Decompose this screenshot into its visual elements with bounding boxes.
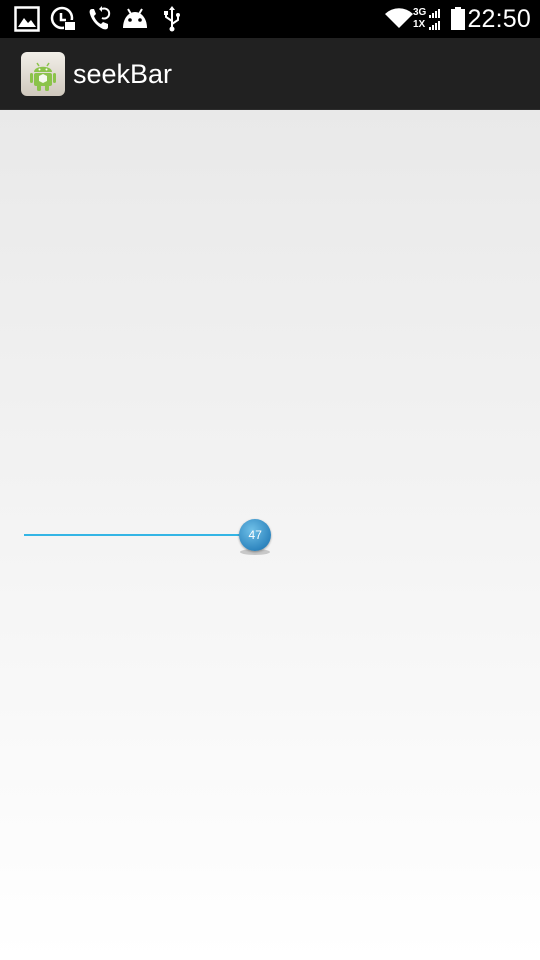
action-bar: seekBar xyxy=(0,38,540,110)
status-bar: 3G 1X 22:50 xyxy=(0,0,540,38)
image-icon xyxy=(14,6,40,32)
usb-icon xyxy=(162,6,182,32)
seekbar-value-label: 47 xyxy=(248,528,262,542)
data-saver-icon xyxy=(50,6,78,32)
android-app-icon[interactable] xyxy=(21,52,65,96)
seekbar-thumb[interactable]: 47 xyxy=(239,519,272,551)
seekbar-progress-track xyxy=(24,534,256,536)
seekbar[interactable]: 47 xyxy=(24,519,516,555)
battery-icon xyxy=(450,7,466,33)
wifi-icon xyxy=(384,6,414,32)
android-debug-icon xyxy=(121,6,149,32)
clock: 22:50 xyxy=(467,5,531,33)
call-forwarding-icon xyxy=(88,6,112,32)
content-area: 47 xyxy=(0,110,540,960)
app-title: seekBar xyxy=(73,59,173,89)
